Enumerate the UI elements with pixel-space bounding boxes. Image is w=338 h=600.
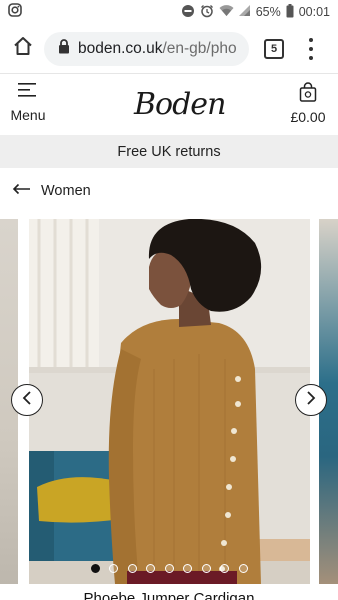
menu-label: Menu	[10, 107, 46, 123]
home-button[interactable]	[8, 34, 38, 64]
site-header: Menu Boden £0.00	[0, 75, 338, 135]
breadcrumb-label: Women	[41, 183, 91, 199]
promo-text: Free UK returns	[117, 143, 221, 160]
wifi-icon	[219, 4, 234, 20]
home-icon	[12, 35, 34, 62]
clock: 00:01	[298, 5, 330, 19]
do-not-disturb-icon	[181, 4, 195, 21]
carousel-dot[interactable]	[109, 563, 118, 573]
battery-percent: 65%	[255, 5, 281, 19]
hamburger-icon	[18, 82, 38, 103]
chevron-right-icon	[306, 390, 316, 410]
tab-count: 5	[270, 43, 278, 55]
carousel-dot[interactable]	[90, 563, 100, 573]
arrow-left-icon	[12, 183, 31, 199]
menu-button[interactable]: Menu	[9, 82, 47, 128]
carousel-dot[interactable]	[201, 563, 211, 573]
basket-amount: £0.00	[290, 109, 326, 125]
product-photo[interactable]	[29, 219, 310, 584]
lock-icon	[58, 39, 70, 59]
carousel-pagination	[0, 561, 338, 575]
product-image-carousel[interactable]	[0, 219, 338, 584]
product-name: Phoebe Jumper Cardigan	[83, 590, 255, 600]
breadcrumb[interactable]: Women	[12, 180, 91, 202]
status-bar: 65% 00:01	[0, 0, 338, 24]
previous-image-button[interactable]	[11, 384, 43, 416]
menu-dot	[309, 38, 313, 42]
menu-dot	[309, 56, 313, 60]
promo-banner[interactable]: Free UK returns	[0, 135, 338, 168]
url-host: boden.co.uk	[78, 40, 163, 57]
shopping-bag-icon	[299, 82, 317, 107]
signal-icon	[238, 4, 251, 20]
menu-dot	[309, 47, 313, 51]
boden-logo[interactable]: Boden	[134, 87, 226, 122]
product-photo-illustration	[29, 219, 310, 584]
alarm-icon	[200, 4, 214, 21]
url-path: /en-gb/pho	[162, 40, 237, 57]
carousel-dot[interactable]	[127, 563, 137, 573]
url-text: boden.co.uk/en-gb/pho	[78, 40, 237, 58]
next-image-button[interactable]	[295, 384, 327, 416]
address-bar[interactable]: boden.co.uk/en-gb/pho	[44, 32, 249, 66]
carousel-dot[interactable]	[146, 563, 155, 573]
tab-switcher-button[interactable]: 5	[264, 39, 284, 59]
chevron-left-icon	[22, 390, 32, 410]
instagram-icon	[8, 2, 22, 22]
battery-icon	[286, 3, 294, 21]
carousel-dot[interactable]	[238, 563, 248, 573]
carousel-dot[interactable]	[183, 563, 192, 573]
browser-menu-button[interactable]	[306, 38, 316, 60]
browser-toolbar: boden.co.uk/en-gb/pho 5	[0, 24, 338, 74]
carousel-dot[interactable]	[220, 563, 229, 573]
carousel-dot[interactable]	[164, 563, 174, 573]
basket-button[interactable]: £0.00	[286, 82, 330, 130]
